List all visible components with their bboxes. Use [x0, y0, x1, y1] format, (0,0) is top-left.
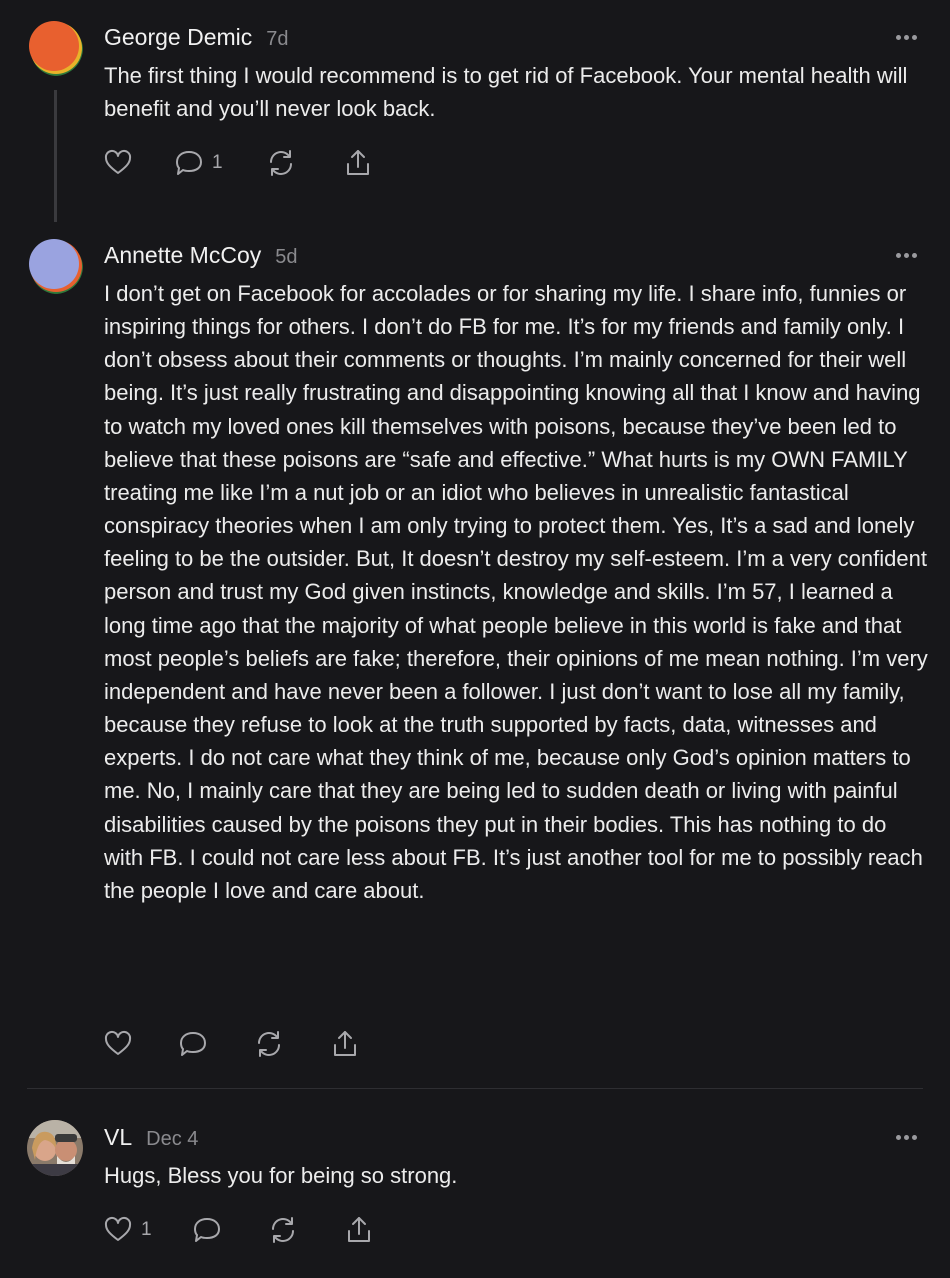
restack-button[interactable]: [266, 148, 296, 178]
comment-author-line: VL Dec 4: [104, 1124, 198, 1151]
reply-button[interactable]: [192, 1215, 222, 1245]
reply-button[interactable]: [178, 1029, 208, 1059]
thread-line: [54, 90, 57, 222]
ellipsis-icon: [896, 34, 901, 40]
comment-author-line: Annette McCoy 5d: [104, 242, 298, 269]
comment-age: Dec 4: [146, 1128, 199, 1150]
avatar[interactable]: [27, 20, 83, 76]
reply-count: 1: [212, 152, 223, 173]
heart-icon: [104, 149, 132, 174]
share-upload-icon: [348, 1217, 370, 1242]
restack-arrows-icon: [272, 1217, 294, 1243]
like-count: 1: [141, 1219, 152, 1240]
ellipsis-icon: [896, 252, 901, 258]
ellipsis-dot: [912, 34, 917, 40]
heart-icon: [104, 1216, 132, 1241]
ellipsis-icon: [896, 1134, 901, 1140]
share-button[interactable]: [344, 1215, 374, 1245]
share-button[interactable]: [330, 1029, 360, 1059]
restack-button[interactable]: [268, 1215, 298, 1245]
comment-author-line: George Demic 7d: [104, 24, 289, 51]
speech-bubble-icon: [194, 1218, 220, 1242]
more-options-button[interactable]: [896, 32, 922, 42]
comment-divider: [27, 1088, 923, 1089]
like-button[interactable]: [103, 148, 133, 178]
author-name[interactable]: George Demic: [104, 24, 252, 50]
speech-bubble-icon: [180, 1032, 206, 1056]
speech-bubble-icon: [176, 151, 202, 175]
share-upload-icon: [347, 150, 369, 175]
restack-button[interactable]: [254, 1029, 284, 1059]
reply-button[interactable]: 1: [174, 148, 223, 178]
author-name[interactable]: Annette McCoy: [104, 242, 261, 268]
comment-body: Hugs, Bless you for being so strong.: [104, 1163, 458, 1188]
share-upload-icon: [334, 1031, 356, 1056]
share-button[interactable]: [343, 148, 373, 178]
more-options-button[interactable]: [896, 250, 922, 260]
comment-age: 7d: [266, 28, 289, 50]
restack-arrows-icon: [270, 150, 292, 176]
like-button[interactable]: [103, 1029, 133, 1059]
comment-body: I don’t get on Facebook for accolades or…: [104, 281, 928, 903]
comment-age: 5d: [275, 246, 298, 268]
avatar[interactable]: [27, 238, 83, 294]
ellipsis-dot: [912, 1134, 917, 1140]
avatar[interactable]: [27, 1120, 83, 1176]
ellipsis-dot: [904, 34, 909, 40]
ellipsis-dot: [912, 252, 917, 258]
heart-icon: [104, 1030, 132, 1055]
author-name[interactable]: VL: [104, 1124, 132, 1150]
ellipsis-dot: [904, 1134, 909, 1140]
ellipsis-dot: [904, 252, 909, 258]
restack-arrows-icon: [258, 1031, 280, 1057]
more-options-button[interactable]: [896, 1132, 922, 1142]
comment-body: The first thing I would recommend is to …: [104, 63, 908, 122]
like-button[interactable]: 1: [103, 1215, 152, 1245]
